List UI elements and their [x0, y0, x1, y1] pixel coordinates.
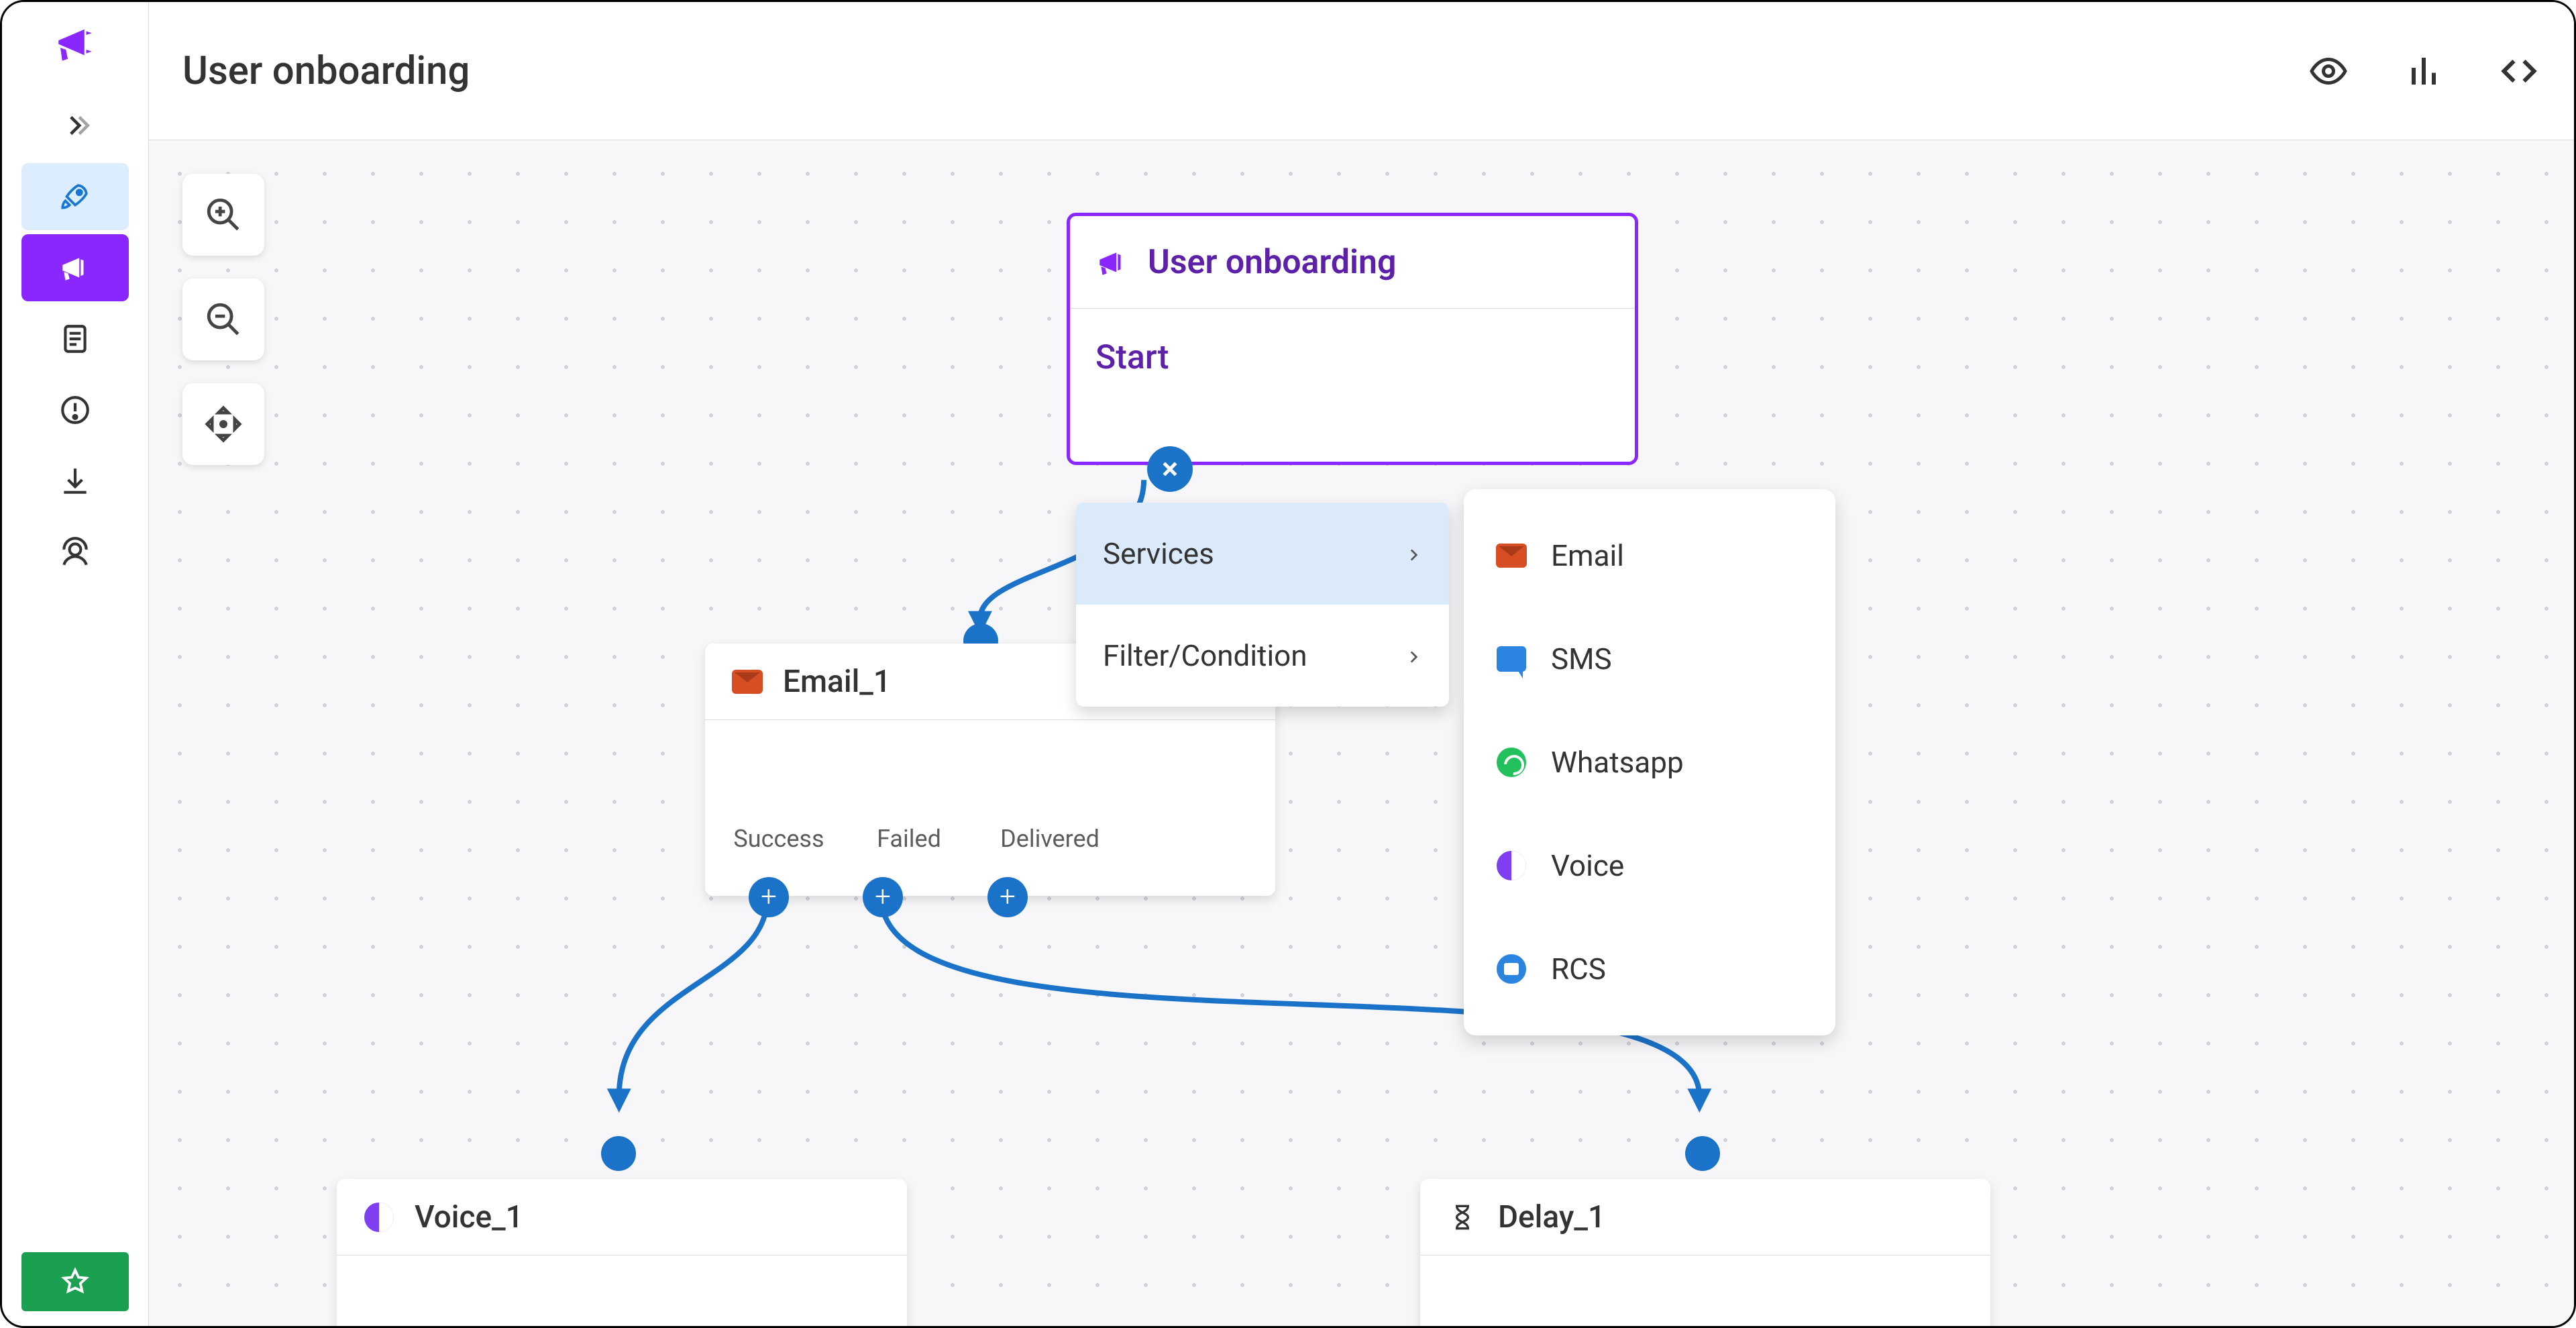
menu-item-filter-label: Filter/Condition — [1103, 638, 1307, 673]
pan-button[interactable] — [182, 383, 264, 465]
start-node-title: User onboarding — [1148, 243, 1396, 282]
chevron-right-icon — [1405, 638, 1422, 673]
service-label-whatsapp: Whatsapp — [1551, 745, 1684, 780]
sidebar-expand[interactable] — [21, 92, 129, 159]
service-item-rcs[interactable]: RCS — [1464, 917, 1835, 1021]
delay-node-title: Delay_1 — [1498, 1199, 1605, 1235]
page-header: User onboarding — [149, 2, 2574, 140]
whatsapp-icon — [1495, 746, 1528, 779]
service-item-whatsapp[interactable]: Whatsapp — [1464, 711, 1835, 814]
email-failed-add[interactable]: + — [863, 877, 903, 917]
mail-icon — [1495, 539, 1528, 572]
voice-icon — [1495, 849, 1528, 882]
sidebar-star-button[interactable] — [21, 1252, 129, 1311]
email-node-title: Email_1 — [783, 664, 891, 700]
flow-canvas[interactable]: User onboarding Start Email_1 Success Fa… — [149, 140, 2574, 1326]
delay-node-header: Delay_1 — [1420, 1179, 1990, 1256]
header-actions — [2307, 50, 2540, 93]
zoom-out-button[interactable] — [182, 278, 264, 360]
sidebar-agent[interactable] — [21, 519, 129, 586]
chevron-right-icon — [1405, 536, 1422, 571]
email-port-labels: Success Failed Delivered — [705, 825, 1275, 853]
email-delivered-add[interactable]: + — [987, 877, 1028, 917]
page-title: User onboarding — [182, 48, 470, 94]
start-node-header: User onboarding — [1070, 216, 1635, 309]
voice-node-title: Voice_1 — [415, 1199, 523, 1235]
email-success-add[interactable]: + — [749, 877, 789, 917]
menu-item-filter[interactable]: Filter/Condition — [1076, 605, 1449, 707]
voice-node[interactable]: Voice_1 — [337, 1179, 907, 1326]
start-node[interactable]: User onboarding Start — [1067, 213, 1638, 465]
service-label-rcs: RCS — [1551, 952, 1606, 986]
services-submenu: Email SMS Whatsapp Voice RCS — [1464, 489, 1835, 1035]
service-item-voice[interactable]: Voice — [1464, 814, 1835, 917]
sidebar — [2, 2, 149, 1326]
sidebar-download[interactable] — [21, 448, 129, 515]
service-label-voice: Voice — [1551, 848, 1624, 883]
menu-item-services[interactable]: Services — [1076, 503, 1449, 605]
voice-node-header: Voice_1 — [337, 1179, 907, 1256]
delay-input-port[interactable] — [1685, 1136, 1720, 1171]
port-label-success: Success — [729, 825, 828, 853]
menu-item-services-label: Services — [1103, 536, 1214, 571]
zoom-in-button[interactable] — [182, 174, 264, 256]
port-label-failed: Failed — [869, 825, 949, 853]
voice-icon — [362, 1201, 396, 1234]
service-label-email: Email — [1551, 538, 1624, 573]
analytics-button[interactable] — [2402, 50, 2445, 93]
close-add-menu-button[interactable] — [1147, 446, 1193, 492]
sidebar-broadcast[interactable] — [21, 234, 129, 301]
app-logo — [51, 18, 99, 66]
megaphone-icon — [1095, 246, 1129, 279]
sidebar-rocket[interactable] — [21, 163, 129, 230]
app-frame: User onboarding — [0, 0, 2576, 1328]
sidebar-page[interactable] — [21, 305, 129, 372]
voice-input-port[interactable] — [601, 1136, 636, 1171]
start-node-body: Start — [1070, 309, 1635, 407]
code-button[interactable] — [2498, 50, 2540, 93]
rcs-icon — [1495, 952, 1528, 986]
service-item-email[interactable]: Email — [1464, 504, 1835, 607]
service-label-sms: SMS — [1551, 642, 1612, 676]
preview-button[interactable] — [2307, 50, 2350, 93]
port-label-delivered: Delivered — [989, 825, 1110, 853]
mail-icon — [731, 665, 764, 699]
hourglass-icon — [1446, 1201, 1479, 1234]
sms-icon — [1495, 642, 1528, 676]
sidebar-alert[interactable] — [21, 376, 129, 444]
delay-node[interactable]: Delay_1 — [1420, 1179, 1990, 1326]
add-step-menu: Services Filter/Condition — [1076, 503, 1449, 707]
service-item-sms[interactable]: SMS — [1464, 607, 1835, 711]
